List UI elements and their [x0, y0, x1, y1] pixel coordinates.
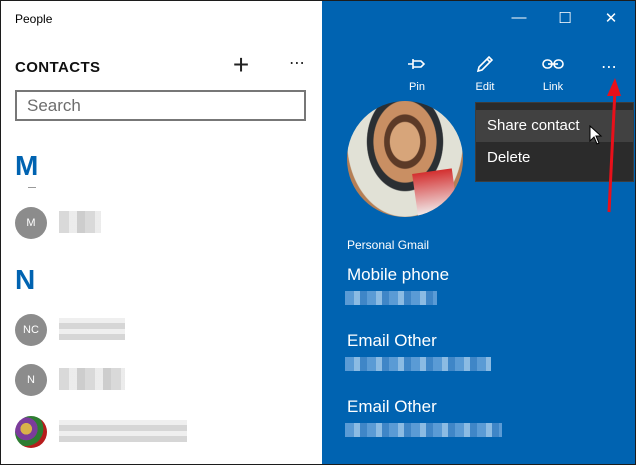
contact-detail-pane: — ☐ ✕ Pin Edit Link ⋯ Personal Gmail Mob… [322, 1, 635, 464]
link-icon [533, 53, 573, 75]
pencil-icon [465, 53, 505, 75]
email-value-redacted[interactable] [345, 423, 502, 437]
avatar: NC [15, 314, 47, 346]
phone-value-redacted[interactable] [345, 291, 437, 305]
annotation-arrow-icon [607, 78, 621, 213]
edit-label: Edit [475, 81, 495, 93]
link-label: Link [542, 81, 564, 93]
list-item[interactable]: M [1, 202, 322, 242]
more-options-button[interactable]: ⋯ [601, 57, 619, 77]
people-app-window: People CONTACTS + ⋯ M M N NC N — ☐ ✕ [0, 0, 636, 465]
add-contact-button[interactable]: + [229, 51, 253, 79]
contacts-pane: People CONTACTS + ⋯ M M N NC N [1, 1, 322, 464]
maximize-button[interactable]: ☐ [550, 9, 580, 27]
edit-button[interactable]: Edit [465, 53, 505, 93]
pin-label: Pin [409, 81, 425, 93]
account-label: Personal Gmail [347, 238, 430, 252]
field-label-email-other-1: Email Other [347, 331, 437, 350]
avatar: M [15, 207, 47, 239]
app-title: People [15, 12, 53, 26]
contact-name-redacted [59, 318, 125, 340]
field-label-mobile-phone: Mobile phone [347, 265, 450, 284]
pin-icon [397, 53, 437, 75]
contacts-heading: CONTACTS [15, 59, 101, 76]
search-box[interactable] [15, 90, 306, 121]
list-item[interactable]: N [1, 359, 322, 399]
list-item[interactable] [1, 411, 322, 451]
avatar: N [15, 364, 47, 396]
email-value-redacted[interactable] [345, 357, 491, 371]
link-button[interactable]: Link [533, 53, 573, 93]
contact-name-redacted [59, 420, 187, 442]
contact-name-redacted [59, 368, 125, 390]
contacts-more-button[interactable]: ⋯ [289, 53, 306, 73]
contact-photo [347, 101, 463, 217]
group-letter-m[interactable]: M [15, 150, 38, 182]
search-input[interactable] [17, 92, 304, 119]
avatar-photo [15, 416, 47, 448]
close-button[interactable]: ✕ [596, 9, 626, 27]
minimize-button[interactable]: — [504, 9, 534, 26]
divider [28, 187, 36, 188]
list-item[interactable]: NC [1, 309, 322, 349]
contact-name-redacted [59, 211, 101, 233]
pin-button[interactable]: Pin [397, 53, 437, 93]
field-label-email-other-2: Email Other [347, 397, 437, 416]
group-letter-n[interactable]: N [15, 264, 35, 296]
